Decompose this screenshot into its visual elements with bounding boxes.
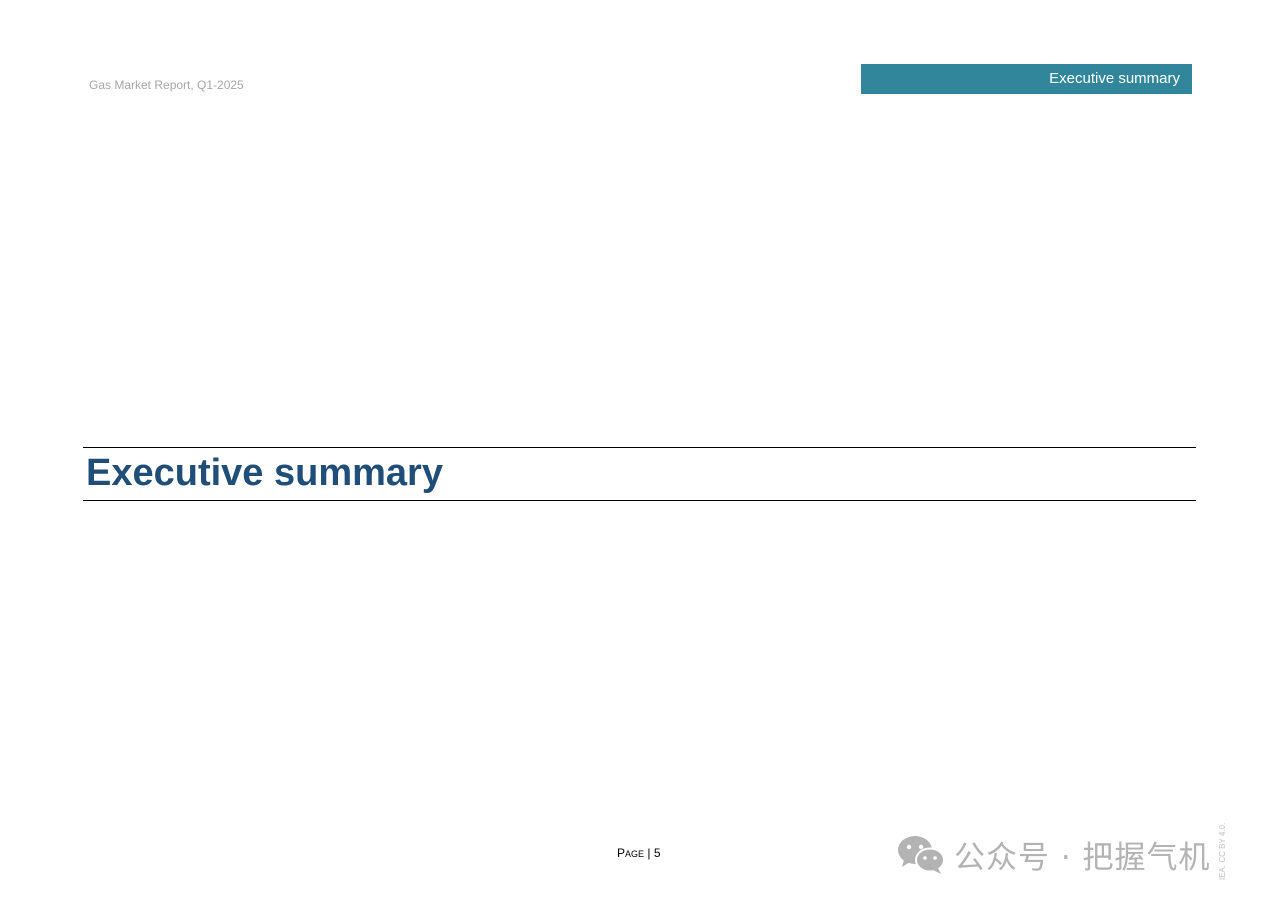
wechat-icon (898, 836, 945, 874)
license-text: IEA. CC BY 4.0. (1218, 822, 1227, 880)
page-label-rest: AGE (625, 849, 645, 859)
page-number: PAGE | 5 (617, 846, 661, 860)
title-rule-top (83, 447, 1196, 448)
report-title: Gas Market Report, Q1-2025 (89, 78, 244, 92)
watermark: 公众号 · 把握气机 (896, 832, 1211, 876)
watermark-text: 公众号 · 把握气机 (954, 839, 1211, 876)
section-tag: Executive summary (861, 64, 1192, 94)
page-label-first: P (617, 846, 626, 860)
title-rule-bottom (83, 500, 1196, 501)
page-number-value: 5 (653, 846, 661, 860)
page-separator: | (644, 846, 654, 860)
section-tag-label: Executive summary (1049, 70, 1180, 87)
page-title: Executive summary (86, 452, 443, 494)
